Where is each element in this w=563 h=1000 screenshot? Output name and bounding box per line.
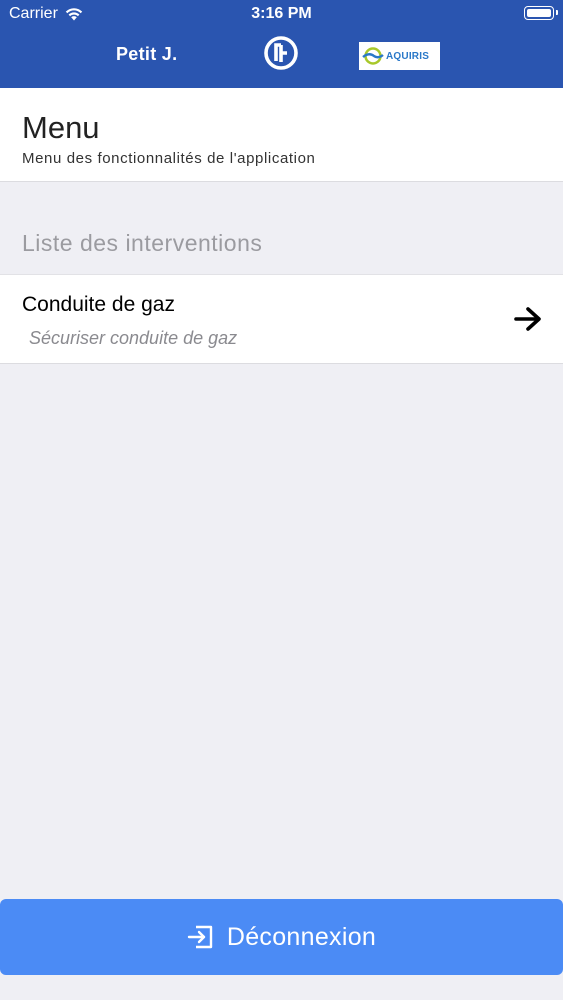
arrow-right-icon[interactable]	[514, 306, 542, 332]
partner-logo-icon	[362, 47, 384, 65]
intervention-subtitle: Sécuriser conduite de gaz	[29, 328, 238, 348]
status-time: 3:16 PM	[251, 5, 312, 22]
battery-icon	[524, 6, 558, 20]
user-name: Petit J.	[116, 44, 178, 64]
logout-button[interactable]: Déconnexion	[0, 899, 563, 975]
partner-logo-text: AQUIRIS	[386, 50, 430, 62]
logout-label: Déconnexion	[226, 922, 377, 951]
interventions-section-title: Liste des interventions	[22, 230, 263, 256]
partner-logo: AQUIRIS	[359, 42, 440, 70]
page-title: Menu	[22, 110, 100, 145]
intervention-item-conduite-de-gaz[interactable]: Conduite de gaz Sécuriser conduite de ga…	[0, 274, 563, 364]
page-header: Menu Menu des fonctionnalités de l'appli…	[0, 88, 563, 182]
app-logo-icon	[264, 36, 298, 70]
app-header: Carrier 3:16 PM Petit J. AQUIRIS	[0, 0, 563, 88]
intervention-title: Conduite de gaz	[22, 293, 175, 316]
logout-icon	[187, 925, 213, 949]
page-subtitle: Menu des fonctionnalités de l'applicatio…	[22, 150, 316, 167]
